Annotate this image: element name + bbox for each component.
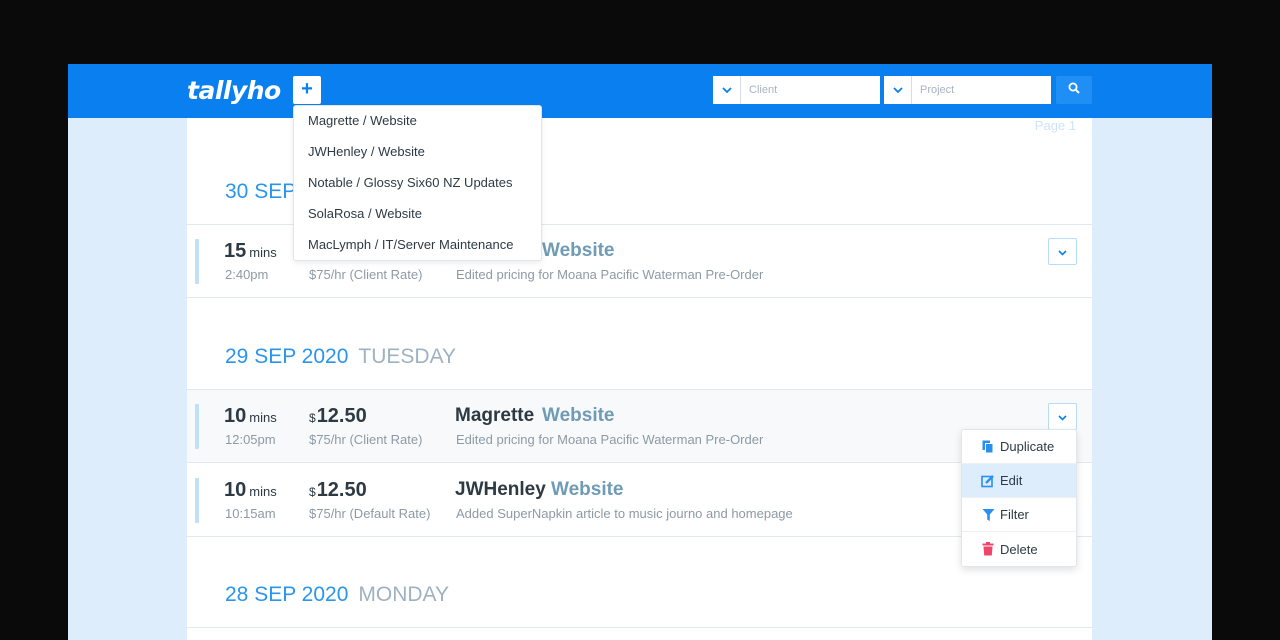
entry-project: Website (551, 479, 624, 500)
filter-menu-item[interactable]: Filter (962, 498, 1076, 532)
edit-icon (981, 474, 995, 488)
project-select[interactable]: Project (884, 76, 1051, 104)
entry-color-bar (195, 404, 199, 449)
entry-time: 2:40pm (225, 267, 269, 282)
entry-color-bar (195, 478, 199, 523)
entry-client: JWHenley (455, 479, 546, 500)
entry-duration: 10 mins (224, 479, 277, 501)
entry-rate: $75/hr (Client Rate) (309, 432, 423, 447)
filter-icon (981, 508, 995, 522)
date-label: 28 SEP 2020 (225, 583, 349, 606)
divider (187, 627, 1092, 628)
entry-amount: $12.50 (309, 405, 367, 427)
quick-add-item[interactable]: SolaRosa / Website (308, 206, 422, 221)
entry-duration: 15 mins (224, 240, 277, 262)
quick-add-item[interactable]: JWHenley / Website (308, 144, 425, 159)
entry-context-menu: Duplicate Edit Filter Delete (961, 429, 1077, 567)
date-heading: 28 SEP 2020 MONDAY (225, 583, 449, 607)
quick-add-item[interactable]: Notable / Glossy Six60 NZ Updates (308, 175, 512, 190)
search-button[interactable] (1056, 76, 1092, 104)
entry-time: 10:15am (225, 506, 276, 521)
entry-description: Edited pricing for Moana Pacific Waterma… (456, 432, 764, 447)
edit-menu-item[interactable]: Edit (962, 464, 1076, 498)
top-bar: tallyho + Client Project (68, 64, 1212, 118)
time-entry[interactable]: 10 mins 10:15am $12.50 $75/hr (Default Ra… (187, 464, 1092, 537)
project-input[interactable]: Project (912, 76, 1051, 104)
quick-add-item[interactable]: Magrette / Website (308, 113, 417, 128)
date-label: 30 SEP (225, 180, 297, 203)
add-entry-button[interactable]: + (293, 76, 321, 104)
delete-menu-item[interactable]: Delete (962, 532, 1076, 566)
entry-color-bar (195, 239, 199, 284)
quick-add-menu: Magrette / Website JWHenley / Website No… (293, 105, 542, 261)
entry-time: 12:05pm (225, 432, 276, 447)
entry-rate: $75/hr (Default Rate) (309, 506, 431, 521)
copy-icon (981, 440, 995, 454)
duplicate-menu-item[interactable]: Duplicate (962, 430, 1076, 464)
entry-description: Edited pricing for Moana Pacific Waterma… (456, 267, 764, 282)
quick-add-item[interactable]: MacLymph / IT/Server Maintenance (308, 237, 513, 252)
weekday-label: MONDAY (358, 583, 450, 606)
entry-actions-button[interactable] (1048, 238, 1077, 265)
entry-description: Added SuperNapkin article to music journ… (456, 506, 793, 521)
client-select[interactable]: Client (713, 76, 880, 104)
entry-project: Website (542, 240, 615, 261)
entry-client: Magrette (455, 405, 535, 426)
chevron-down-icon[interactable] (713, 76, 741, 104)
entry-actions-button[interactable] (1048, 403, 1077, 430)
entry-amount: $12.50 (309, 479, 367, 501)
date-heading: 29 SEP 2020 TUESDAY (225, 345, 456, 369)
trash-icon (981, 542, 995, 556)
logo[interactable]: tallyho (187, 76, 281, 105)
chevron-down-icon[interactable] (884, 76, 912, 104)
time-entry[interactable]: 10 mins 12:05pm $12.50 $75/hr (Client Rat… (187, 390, 1092, 463)
chevron-down-icon (1058, 408, 1067, 426)
date-label: 29 SEP 2020 (225, 345, 349, 368)
entry-project: Website (542, 405, 615, 426)
chevron-down-icon (1058, 243, 1067, 261)
entry-duration: 10 mins (224, 405, 277, 427)
search-icon (1068, 81, 1080, 99)
client-input[interactable]: Client (741, 76, 880, 104)
page-indicator: Page 1 (1034, 118, 1076, 133)
entry-rate: $75/hr (Client Rate) (309, 267, 423, 282)
weekday-label: TUESDAY (358, 345, 457, 368)
